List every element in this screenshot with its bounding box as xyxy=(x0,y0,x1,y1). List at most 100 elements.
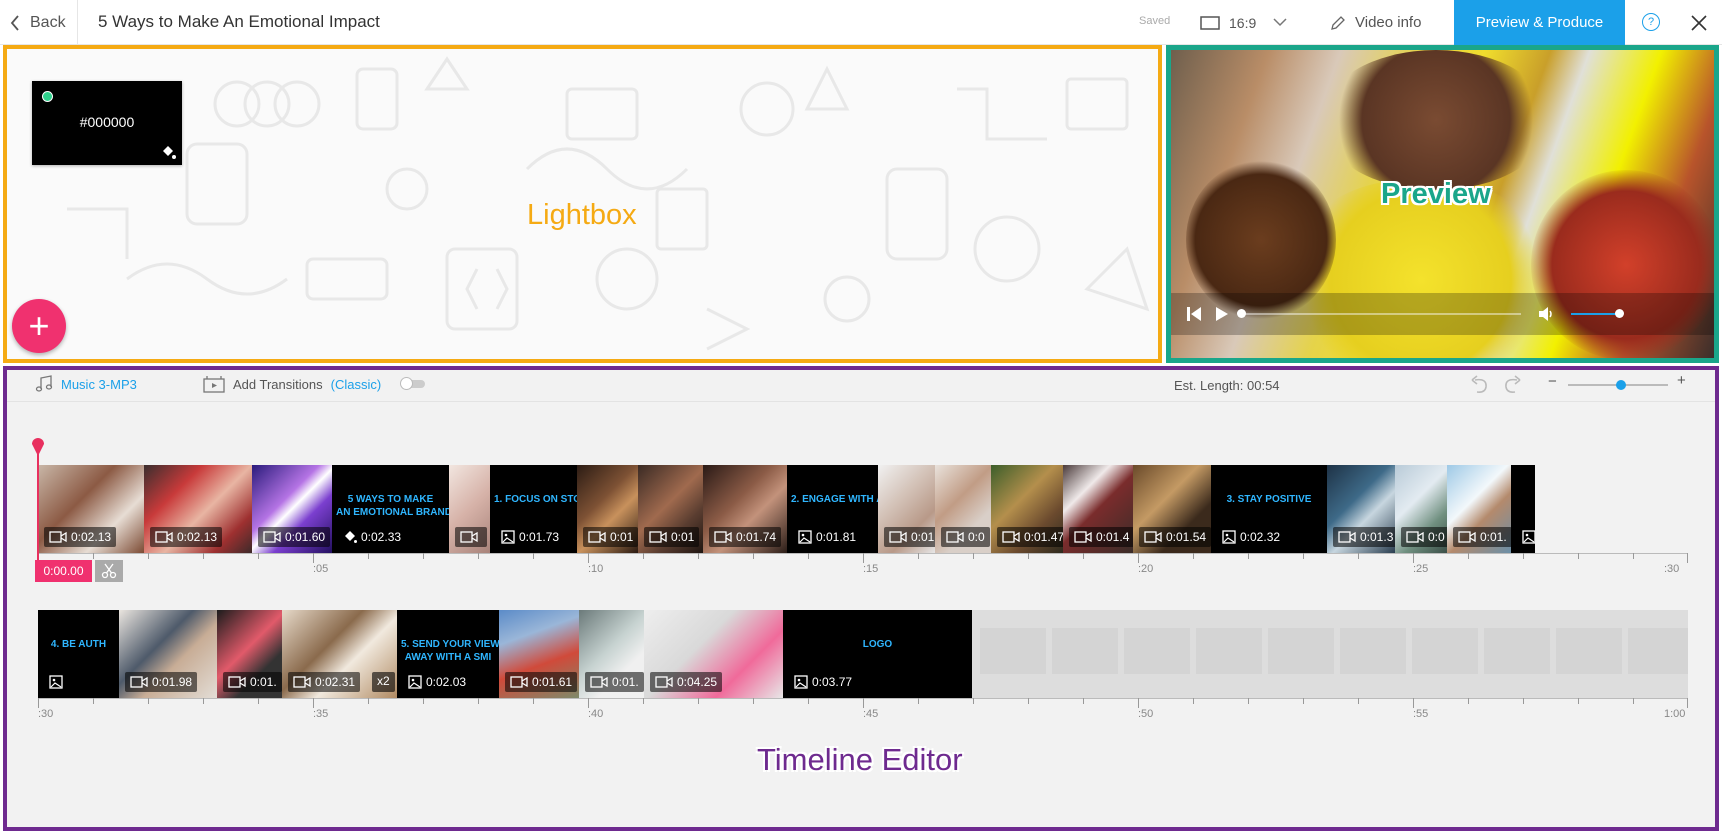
transitions-toggle[interactable] xyxy=(400,377,426,390)
image-icon xyxy=(408,675,422,689)
undo-icon[interactable] xyxy=(1469,375,1491,395)
redo-icon[interactable] xyxy=(1501,375,1523,395)
clip-duration-badge: 0:01 xyxy=(644,527,700,547)
track1-clip[interactable] xyxy=(1511,465,1535,553)
video-camera-icon xyxy=(590,676,608,688)
timeline-toolbar: Music 3-MP3 Add Transitions (Classic) Es… xyxy=(7,370,1715,402)
track2-clip[interactable]: 0:01.98 xyxy=(119,610,217,698)
clip-duration: 0:01. xyxy=(612,675,639,689)
track1-clip[interactable]: 0:01.4 xyxy=(1063,465,1133,553)
screen-icon xyxy=(1200,15,1220,30)
video-frame-shape xyxy=(1321,50,1551,190)
clip-duration-badge: 0:02.03 xyxy=(403,672,472,692)
clip-duration: 0:03.77 xyxy=(812,675,853,689)
track1-clip[interactable]: 0:02.13 xyxy=(144,465,252,553)
back-button[interactable]: Back xyxy=(0,0,78,45)
clip-title-text: 4. BE AUTH xyxy=(50,639,107,650)
zoom-slider[interactable] xyxy=(1568,380,1668,390)
track2-clip[interactable]: LOGO 0:03.77 xyxy=(783,610,972,698)
clip-duration-badge: 0:01 xyxy=(583,527,638,547)
clip-title-text: 5 WAYS TO MAKE AN EMOTIONAL BRANDED VI xyxy=(336,494,449,518)
skip-back-icon[interactable] xyxy=(1186,306,1202,322)
track2-clip[interactable]: 0:01. xyxy=(217,610,282,698)
clip-duration-badge: 0:01.98 xyxy=(125,672,198,692)
paint-bucket-icon[interactable] xyxy=(160,144,176,160)
track1-clip[interactable]: 0:02.13 xyxy=(38,465,144,553)
track2-clip[interactable]: 4. BE AUTH xyxy=(38,610,119,698)
video-camera-icon xyxy=(1338,531,1356,543)
track1-clip[interactable]: 0:01.47 xyxy=(991,465,1063,553)
music-button[interactable]: Music 3-MP3 xyxy=(35,375,137,393)
video-camera-icon xyxy=(1406,531,1424,543)
progress-knob[interactable] xyxy=(1237,309,1246,318)
chevron-left-icon xyxy=(10,14,19,31)
track1-clip[interactable]: 1. FOCUS ON STOR 0:01.73 xyxy=(490,465,577,553)
color-slide-card[interactable]: #000000 xyxy=(32,81,182,165)
track1-clip[interactable]: 0:01 xyxy=(638,465,703,553)
zoom-in-button[interactable]: + xyxy=(1677,372,1686,389)
project-title[interactable]: 5 Ways to Make An Emotional Impact xyxy=(98,12,380,32)
track1-clip[interactable] xyxy=(449,465,490,553)
play-icon[interactable] xyxy=(1215,306,1229,322)
video-camera-icon xyxy=(655,676,673,688)
track2-clip[interactable]: 0:01.61 xyxy=(499,610,579,698)
playback-progress-bar[interactable] xyxy=(1237,309,1521,318)
ruler-minor-tick xyxy=(258,698,259,704)
track1-clip[interactable]: 3. STAY POSITIVE 0:02.32 xyxy=(1211,465,1327,553)
add-transitions-control[interactable]: Add Transitions (Classic) xyxy=(203,375,426,393)
clip-duration: 0:0 xyxy=(968,530,985,544)
scissors-icon[interactable] xyxy=(95,560,123,582)
track1-clip[interactable]: 0:01 xyxy=(878,465,935,553)
estimated-length: Est. Length: 00:54 xyxy=(1174,378,1280,393)
track1-clip[interactable]: 5 WAYS TO MAKE AN EMOTIONAL BRANDED VI 0:… xyxy=(332,465,449,553)
close-icon[interactable] xyxy=(1687,11,1711,35)
ruler-minor-tick xyxy=(643,553,644,559)
track1-clip[interactable]: 0:01.60 xyxy=(252,465,332,553)
track1-clip[interactable]: 0:01. xyxy=(1447,465,1511,553)
empty-slot-placeholder xyxy=(1196,628,1262,674)
clip-duration-badge: 0:01. xyxy=(223,672,282,692)
track1-clip[interactable]: 0:0 xyxy=(1395,465,1447,553)
ruler2-tick-label: :35 xyxy=(313,708,329,720)
transitions-mode-link[interactable]: (Classic) xyxy=(331,377,382,392)
ruler-minor-tick xyxy=(918,553,919,559)
track1-clip[interactable]: 2. ENGAGE WITH A CH 0:01.81 xyxy=(787,465,878,553)
preview-produce-button[interactable]: Preview & Produce xyxy=(1454,0,1625,45)
track2-clip[interactable]: 0:01. xyxy=(579,610,644,698)
video-camera-icon xyxy=(1002,531,1020,543)
clip-duration: 0:02.32 xyxy=(1240,530,1281,544)
zoom-out-button[interactable]: − xyxy=(1548,373,1557,390)
track2-clip[interactable]: 0:04.25 xyxy=(644,610,783,698)
ruler2-tick-label: :50 xyxy=(1138,708,1154,720)
playhead-marker[interactable] xyxy=(31,432,45,562)
clip-title-text: LOGO xyxy=(862,639,893,650)
ruler-minor-tick xyxy=(148,553,149,559)
empty-slot-placeholder xyxy=(1340,628,1406,674)
track1-clip[interactable]: 0:01.74 xyxy=(703,465,787,553)
ruler-major-tick xyxy=(863,553,864,563)
track1-clip[interactable]: 0:0 xyxy=(935,465,991,553)
chevron-down-icon xyxy=(1273,18,1287,27)
image-icon xyxy=(794,675,808,689)
track1-clip[interactable]: 0:01 xyxy=(577,465,638,553)
volume-knob[interactable] xyxy=(1615,309,1624,318)
clip-title-text: 5. SEND YOUR VIEW AWAY WITH A SMI xyxy=(401,639,499,663)
time-ruler-1: :05:10:15:20:25:30 xyxy=(38,553,1688,575)
add-media-button[interactable]: + xyxy=(12,299,66,353)
volume-icon[interactable] xyxy=(1538,306,1554,322)
clip-duration-badge: 0:01.60 xyxy=(258,527,331,547)
track2-clip[interactable]: 0:02.31 x2 xyxy=(282,610,397,698)
preview-label: Preview xyxy=(1381,178,1491,210)
clip-duration-badge: 0:02.13 xyxy=(44,527,117,547)
ruler-minor-tick xyxy=(1083,698,1084,704)
track2-clip[interactable]: 5. SEND YOUR VIEW AWAY WITH A SMI 0:02.03 xyxy=(397,610,499,698)
video-info-button[interactable]: Video info xyxy=(1330,0,1421,45)
aspect-ratio-dropdown[interactable]: 16:9 xyxy=(1200,0,1287,45)
ruler-minor-tick xyxy=(1193,698,1194,704)
track1-clip[interactable]: 0:01.3 xyxy=(1327,465,1395,553)
clip-duration-badge xyxy=(1517,527,1535,547)
help-icon[interactable]: ? xyxy=(1642,13,1660,31)
track1-clip[interactable]: 0:01.54 xyxy=(1133,465,1211,553)
volume-slider[interactable] xyxy=(1571,309,1624,318)
zoom-knob[interactable] xyxy=(1616,380,1626,390)
